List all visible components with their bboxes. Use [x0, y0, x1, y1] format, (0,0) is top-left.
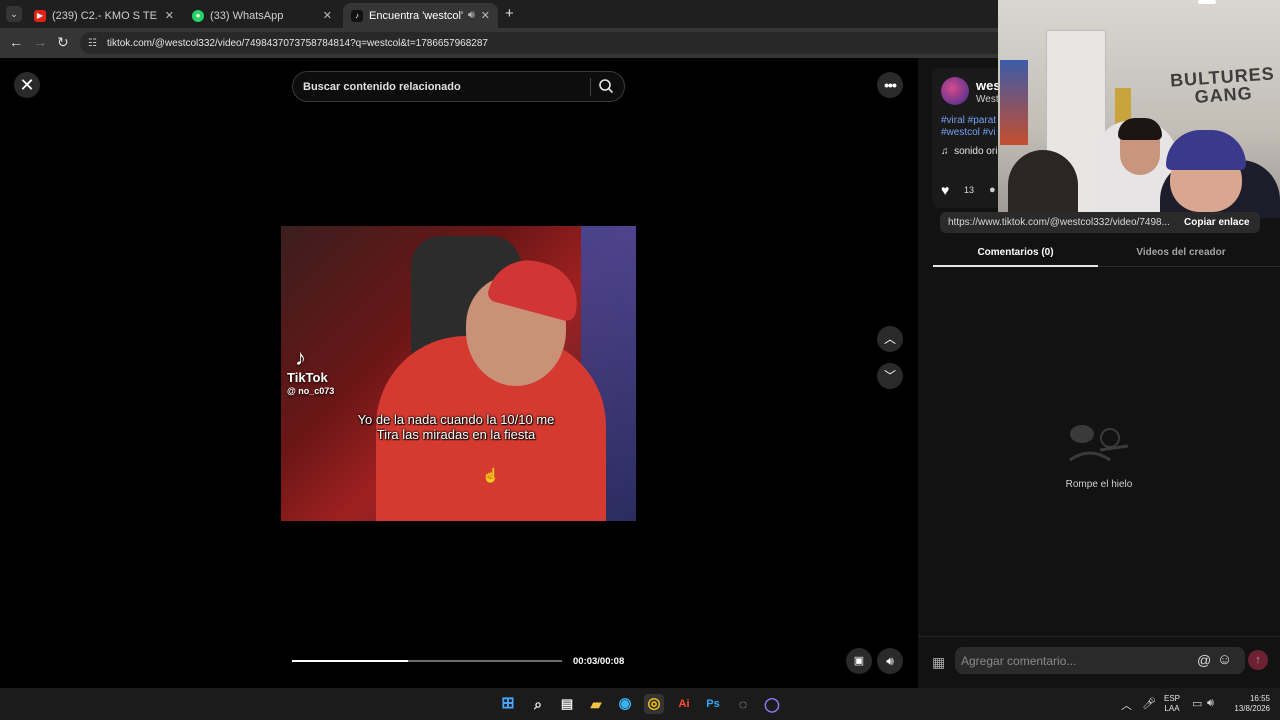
taskbar-search-icon[interactable]: ⌕ — [528, 694, 548, 714]
edge-icon[interactable]: ◉ — [615, 694, 635, 714]
person-right-cap — [1166, 130, 1246, 170]
related-search-input[interactable]: Buscar contenido relacionado — [292, 71, 625, 102]
avatar[interactable] — [941, 77, 969, 105]
share-link-text[interactable]: https://www.tiktok.com/@westcol332/video… — [948, 217, 1173, 228]
youtube-icon: ▶ — [34, 9, 46, 22]
photoshop-icon[interactable]: Ps — [703, 694, 723, 714]
illustrator-icon[interactable]: Ai — [674, 694, 694, 714]
creator-display-name: West — [976, 94, 999, 105]
chrome-icon[interactable]: ◎ — [644, 694, 664, 714]
url-text: tiktok.com/@westcol332/video/74984370737… — [106, 37, 488, 49]
watermark-user: @ no_c073 — [287, 386, 335, 396]
chevron-down-icon[interactable]: ﹀ — [877, 363, 903, 389]
clock-time: 16:55 — [1249, 694, 1270, 703]
forward-icon[interactable]: → — [33, 34, 47, 50]
search-divider — [590, 78, 591, 96]
active-tab-indicator — [933, 265, 1098, 267]
comment-placeholder: Agregar comentario... — [961, 653, 1077, 668]
microphone-icon[interactable]: 🎤︎ — [1142, 697, 1156, 710]
more-options-icon[interactable]: ••• — [877, 72, 903, 98]
search-icon[interactable] — [598, 78, 614, 94]
windows-start-icon[interactable]: ⊞ — [498, 694, 518, 714]
caption-line: Yo de la nada cuando la 10/10 me — [357, 412, 555, 427]
close-tab-icon[interactable]: ✕ — [481, 9, 490, 22]
tiktok-icon: ♪ — [351, 9, 363, 22]
sound-link[interactable]: ♫ sonido ori — [941, 146, 997, 157]
site-info-icon[interactable]: ☷ — [88, 38, 97, 49]
music-note-icon: ♫ — [941, 146, 949, 157]
panel-divider — [918, 636, 1280, 637]
speaker-icon[interactable]: 🔊︎ — [1207, 697, 1214, 710]
input-language[interactable]: ESP LAA — [1164, 694, 1180, 714]
app-icon[interactable]: ◌ — [733, 694, 753, 714]
caption-line: Tira las miradas en la fiesta — [376, 427, 536, 442]
volume-icon[interactable]: 🔊︎ — [877, 648, 903, 674]
video-frame[interactable]: ♪ TikTok @ no_c073 Yo de la nada cuando … — [281, 226, 636, 521]
mention-icon[interactable]: @ — [1197, 652, 1211, 668]
system-clock[interactable]: 16:55 13/8/2026 — [1226, 694, 1270, 714]
tiktok-logo-icon: ♪ — [295, 345, 306, 370]
watermark-brand: TikTok — [287, 370, 328, 385]
comment-icon[interactable]: ● — [989, 184, 996, 196]
ceiling-light — [1198, 0, 1216, 4]
empty-comments-text: Rompe el hielo — [1065, 479, 1133, 490]
emoji-icon[interactable]: ☺ — [1217, 651, 1232, 668]
store-icon[interactable]: ▤ — [557, 694, 577, 714]
send-arrow-icon[interactable]: ↑ — [1248, 650, 1268, 670]
address-bar[interactable]: ☷ tiktok.com/@westcol332/video/749843707… — [80, 32, 1000, 54]
file-explorer-icon[interactable]: ▰ — [586, 694, 606, 714]
tab-title: (33) WhatsApp — [210, 9, 284, 22]
back-icon[interactable]: ← — [9, 34, 23, 50]
tab-creator-videos[interactable]: Videos del creador — [1098, 247, 1264, 258]
like-count: 13 — [964, 185, 975, 195]
tab-tiktok[interactable]: ♪ Encuentra 'westcol' en TikT 🔊︎ ✕ — [343, 3, 498, 28]
video-time: 00:03/00:08 — [573, 656, 625, 667]
lang-code: ESP — [1164, 694, 1181, 703]
tab-search-button[interactable]: ⌄ — [6, 6, 22, 22]
hand-cursor-icon: ☝ — [482, 467, 500, 483]
tiktok-watermark: ♪ TikTok @ no_c073 — [287, 345, 347, 397]
picture-in-picture-icon[interactable]: ▣ — [846, 648, 872, 674]
clock-date: 13/8/2026 — [1234, 704, 1270, 713]
heart-icon[interactable]: ♥ — [941, 182, 949, 198]
wall-poster — [1000, 60, 1028, 145]
close-tab-icon[interactable]: ✕ — [323, 9, 332, 22]
tray-overflow-icon[interactable]: ︿ — [1121, 697, 1132, 713]
copy-link-button[interactable]: Copiar enlace — [1184, 217, 1250, 228]
lang-layout: LAA — [1164, 704, 1180, 713]
tab-title: (239) C2.- KMO S TE VA A OLVI — [52, 9, 159, 22]
webcam-overlay: BULTURES GANG — [998, 0, 1280, 218]
windows-taskbar — [0, 688, 1280, 720]
whatsapp-icon: ● — [192, 9, 204, 22]
empty-comments-icon — [1069, 425, 1129, 462]
reload-icon[interactable]: ↻ — [57, 34, 69, 51]
network-icon[interactable]: ▭ — [1192, 697, 1202, 710]
progress-fill — [292, 660, 409, 662]
tab-youtube[interactable]: ▶ (239) C2.- KMO S TE VA A OLVI ✕ — [26, 3, 182, 28]
gif-icon[interactable]: ▦ — [932, 654, 945, 671]
wall-logo-text: BULTURES GANG — [1167, 63, 1279, 108]
tab-whatsapp[interactable]: ● (33) WhatsApp ✕ — [184, 3, 340, 28]
video-caption: Yo de la nada cuando la 10/10 me Tira la… — [301, 412, 611, 442]
audio-playing-icon[interactable]: 🔊︎ — [468, 9, 475, 22]
sound-name: sonido ori — [954, 146, 998, 157]
search-placeholder: Buscar contenido relacionado — [303, 80, 461, 93]
close-icon[interactable]: ✕ — [14, 72, 40, 98]
person-left — [1008, 150, 1078, 218]
tab-comments[interactable]: Comentarios (0) — [933, 247, 1098, 258]
creator-username[interactable]: wes — [976, 78, 1001, 93]
assistant-icon[interactable]: ◯ — [762, 694, 782, 714]
new-tab-button[interactable]: + — [505, 5, 514, 22]
person-middle-hair — [1118, 118, 1162, 140]
chevron-up-icon[interactable]: ︿ — [877, 326, 903, 352]
close-tab-icon[interactable]: ✕ — [165, 9, 174, 22]
tab-title: Encuentra 'westcol' en TikT — [369, 9, 464, 22]
